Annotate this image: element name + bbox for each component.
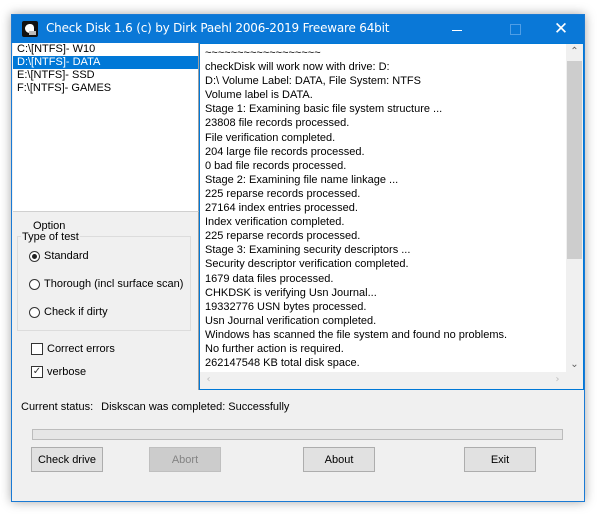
- drive-item-d[interactable]: D:\[NTFS]- DATA: [13, 56, 198, 69]
- about-button[interactable]: About: [303, 447, 375, 472]
- radio-standard[interactable]: Standard: [29, 250, 89, 262]
- options-panel: Option Standard Thorough (incl surface s…: [13, 212, 199, 390]
- scroll-up-icon[interactable]: ⌃: [566, 46, 583, 57]
- radio-thorough-label: Thorough (incl surface scan): [44, 278, 184, 290]
- check-disk-window: Check Disk 1.6 (c) by Dirk Paehl 2006-20…: [11, 14, 585, 502]
- status-value: Diskscan was completed: Successfully: [101, 401, 290, 413]
- title-bar[interactable]: Check Disk 1.6 (c) by Dirk Paehl 2006-20…: [12, 15, 584, 43]
- minimize-icon: [452, 29, 462, 31]
- log-line: Volume label is DATA.: [205, 89, 313, 102]
- checkbox-verbose[interactable]: ✓ verbose: [31, 366, 86, 378]
- log-line: 204 large file records processed.: [205, 145, 365, 158]
- log-line: Security descriptor verification complet…: [205, 258, 409, 271]
- log-line: 19332776 USN bytes processed.: [205, 300, 367, 313]
- minimize-button[interactable]: [434, 15, 480, 43]
- checkbox-unchecked-icon: [31, 343, 43, 355]
- log-line: checkDisk will work now with drive: D:: [205, 61, 390, 74]
- radio-unchecked-icon: [29, 306, 40, 318]
- window-title: Check Disk 1.6 (c) by Dirk Paehl 2006-20…: [46, 21, 390, 35]
- checkmark-icon: ✓: [31, 366, 43, 378]
- log-line: ~~~~~~~~~~~~~~~~~~: [205, 47, 321, 59]
- log-line: Index verification completed.: [205, 216, 345, 229]
- checkbox-correct-errors[interactable]: Correct errors: [31, 343, 115, 355]
- close-icon: ✕: [553, 19, 569, 39]
- log-line: Stage 2: Examining file name linkage ...: [205, 173, 399, 186]
- app-icon: [22, 21, 38, 37]
- log-line: 225 reparse records processed.: [205, 230, 361, 243]
- check-drive-button[interactable]: Check drive: [31, 447, 103, 472]
- drive-list[interactable]: C:\[NTFS]- W10 D:\[NTFS]- DATA E:\[NTFS]…: [13, 43, 199, 212]
- verbose-label: verbose: [47, 366, 87, 378]
- status-line: Current status: Diskscan was completed: S…: [21, 401, 289, 413]
- drive-item-c[interactable]: C:\[NTFS]- W10: [13, 43, 198, 56]
- vertical-scrollbar[interactable]: ⌃ ⌄: [566, 44, 583, 372]
- scroll-down-icon[interactable]: ⌄: [566, 359, 583, 370]
- test-type-group: Standard Thorough (incl surface scan) Ch…: [17, 236, 191, 331]
- radio-check-if-dirty[interactable]: Check if dirty: [29, 306, 108, 318]
- radio-thorough[interactable]: Thorough (incl surface scan): [29, 278, 183, 290]
- log-line: 262147548 KB total disk space.: [205, 357, 360, 370]
- log-line: 23808 file records processed.: [205, 117, 350, 130]
- log-line: CHKDSK is verifying Usn Journal...: [205, 286, 377, 299]
- scroll-right-icon[interactable]: ›: [549, 374, 566, 385]
- vertical-scroll-thumb[interactable]: [567, 61, 582, 259]
- log-line: 27164 index entries processed.: [205, 202, 358, 215]
- maximize-button[interactable]: [492, 15, 538, 43]
- radio-checked-icon: [29, 250, 40, 262]
- progress-bar: [32, 429, 563, 440]
- scrollbar-corner: [566, 372, 583, 389]
- log-line: Usn Journal verification completed.: [205, 314, 377, 327]
- abort-button: Abort: [149, 447, 221, 472]
- scroll-left-icon[interactable]: ‹: [200, 374, 217, 385]
- log-line: D:\ Volume Label: DATA, File System: NTF…: [205, 75, 421, 88]
- close-button[interactable]: ✕: [538, 15, 584, 43]
- radio-unchecked-icon: [29, 278, 40, 290]
- log-lines: ~~~~~~~~~~~~~~~~~~ checkDisk will work no…: [205, 46, 565, 370]
- drive-item-e[interactable]: E:\[NTFS]- SSD: [13, 69, 198, 82]
- log-line: 225 reparse records processed.: [205, 187, 361, 200]
- status-label: Current status:: [21, 401, 94, 413]
- maximize-icon: [509, 23, 521, 35]
- log-line: 0 bad file records processed.: [205, 159, 347, 172]
- log-line: File verification completed.: [205, 131, 336, 144]
- radio-standard-label: Standard: [44, 250, 89, 262]
- log-line: 1679 data files processed.: [205, 272, 334, 285]
- log-line: Windows has scanned the file system and …: [205, 328, 508, 341]
- exit-button[interactable]: Exit: [464, 447, 536, 472]
- log-output[interactable]: ~~~~~~~~~~~~~~~~~~ checkDisk will work no…: [199, 43, 584, 390]
- log-line: Stage 3: Examining security descriptors …: [205, 244, 411, 257]
- radio-dirty-label: Check if dirty: [44, 306, 108, 318]
- drive-item-f[interactable]: F:\[NTFS]- GAMES: [13, 82, 198, 95]
- test-type-title: Type of test: [21, 231, 80, 243]
- correct-errors-label: Correct errors: [47, 343, 115, 355]
- horizontal-scrollbar[interactable]: ‹ ›: [200, 372, 566, 389]
- log-line: Stage 1: Examining basic file system str…: [205, 103, 443, 116]
- log-line: No further action is required.: [205, 342, 344, 355]
